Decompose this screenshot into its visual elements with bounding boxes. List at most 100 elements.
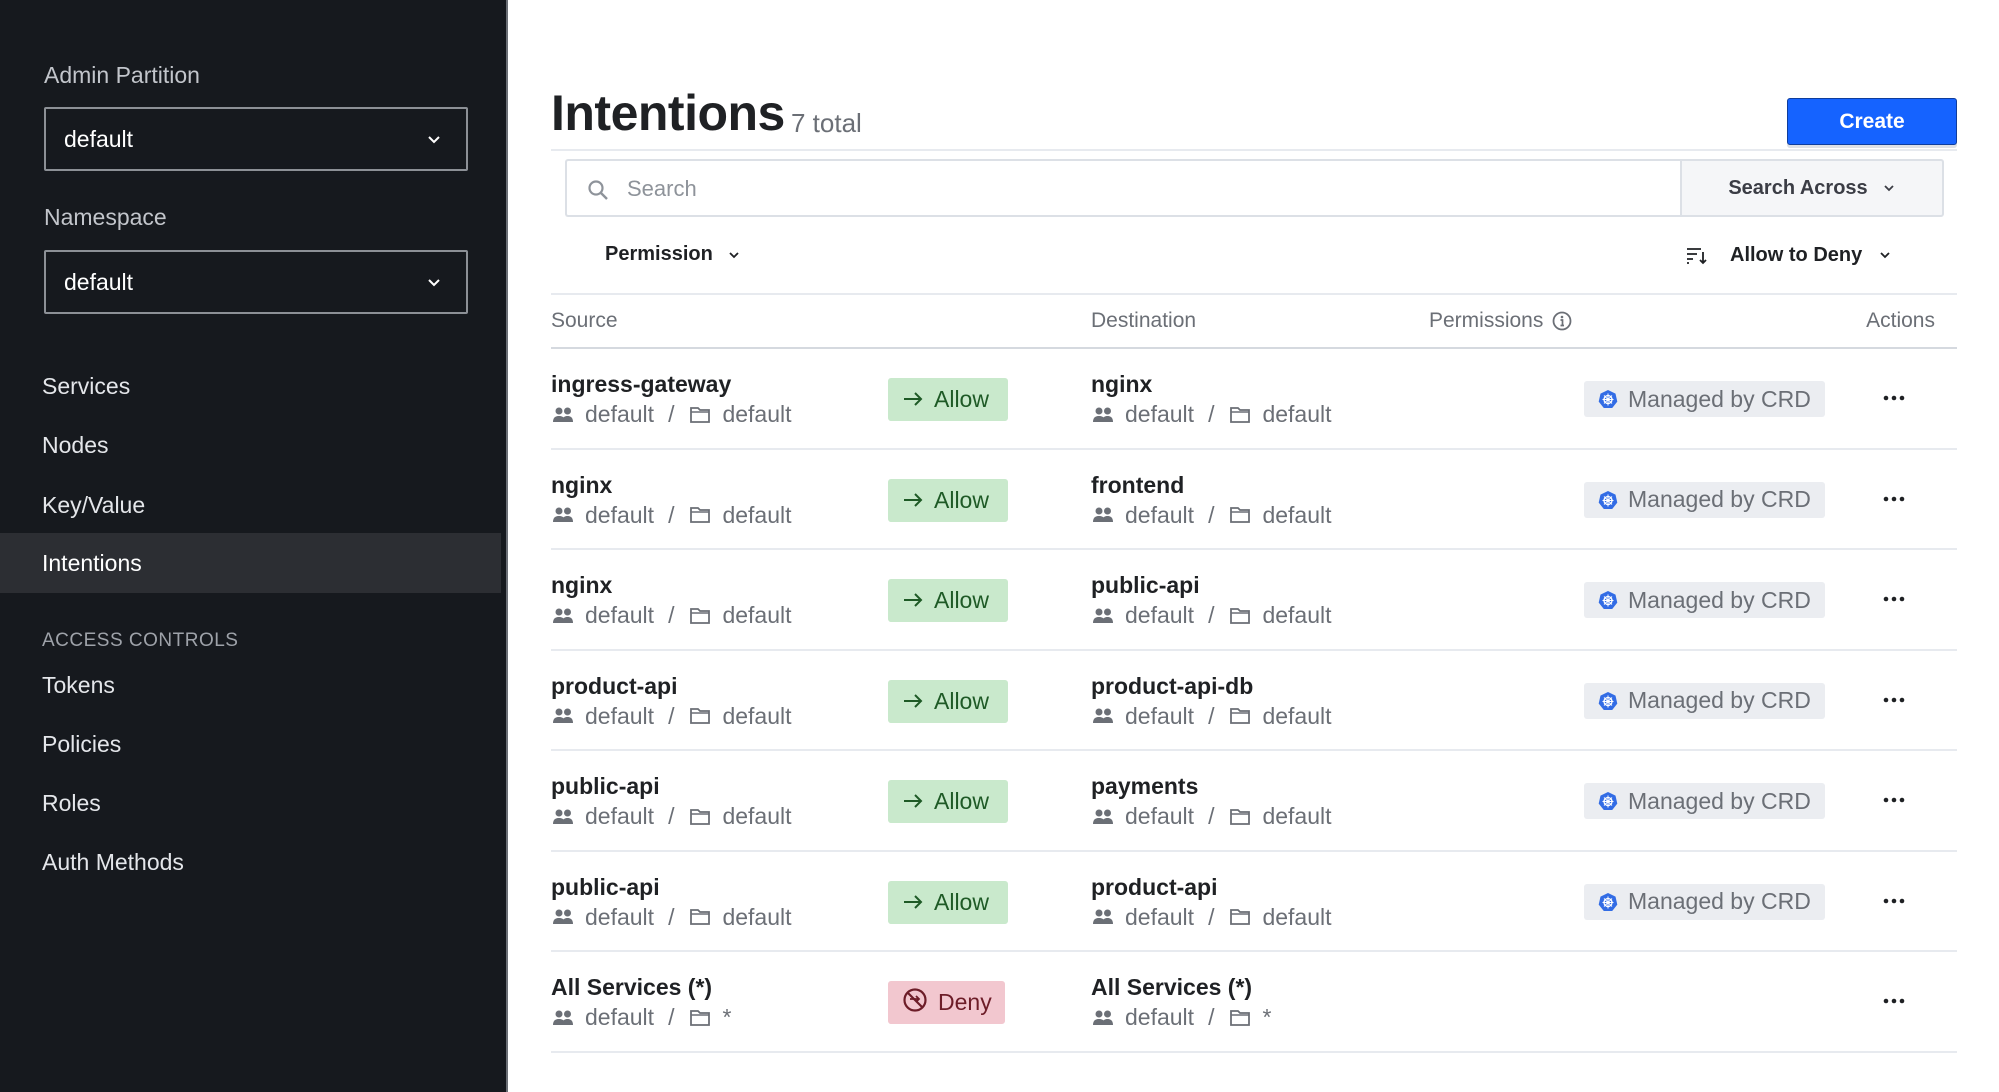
table-row[interactable]: ingress-gateway default / default Allow … — [551, 349, 1957, 450]
separator: / — [1208, 1004, 1215, 1030]
sidebar-item-auth-methods[interactable]: Auth Methods — [0, 832, 506, 892]
namespace-value: default — [64, 268, 134, 295]
more-actions-button[interactable] — [1876, 584, 1912, 614]
separator: / — [668, 602, 675, 628]
ellipsis-icon — [1883, 596, 1905, 602]
admin-partition-value: default — [64, 125, 134, 152]
separator: / — [1208, 401, 1215, 427]
separator: / — [1208, 702, 1215, 729]
source-partition: default — [585, 903, 655, 930]
managed-by-crd-badge: Managed by CRD — [1584, 682, 1825, 719]
search-input[interactable] — [627, 173, 1627, 205]
more-actions-button[interactable] — [1876, 484, 1912, 514]
source-meta: default / * — [551, 1004, 731, 1031]
destination-namespace: default — [1262, 602, 1332, 628]
intention-action-badge: Allow — [888, 780, 1008, 823]
more-actions-button[interactable] — [1876, 886, 1912, 916]
sidebar-item-services[interactable]: Services — [0, 356, 506, 416]
info-icon[interactable] — [1551, 310, 1573, 332]
partition-icon — [1093, 1010, 1113, 1025]
action-label: Deny — [938, 989, 992, 1015]
sidebar-item-intentions[interactable]: Intentions — [0, 533, 501, 593]
destination-name: product-api — [1091, 873, 1218, 900]
destination-meta: default / default — [1091, 803, 1332, 830]
sidebar: Admin Partition default Namespace defaul… — [0, 0, 508, 1092]
sidebar-item-key-value[interactable]: Key/Value — [0, 475, 506, 535]
source-meta: default / default — [551, 502, 792, 529]
column-header-actions: Actions — [1866, 309, 1935, 332]
destination-partition: default — [1125, 702, 1195, 729]
separator: / — [668, 501, 675, 528]
permission-filter[interactable]: Permission — [605, 243, 741, 266]
managed-by-crd-badge: Managed by CRD — [1584, 783, 1825, 819]
table-row[interactable]: product-api default / default Allow prod… — [551, 651, 1957, 751]
sidebar-item-tokens[interactable]: Tokens — [0, 655, 506, 715]
more-actions-button[interactable] — [1876, 685, 1912, 715]
destination-name: product-api-db — [1091, 672, 1254, 699]
table-header: Source Destination Permissions Actions — [551, 293, 1957, 349]
partition-icon — [1093, 608, 1113, 623]
destination-name: public-api — [1091, 572, 1200, 598]
partition-icon — [553, 608, 573, 623]
table-row[interactable]: public-api default / default Allow produ… — [551, 852, 1957, 952]
source-name: public-api — [551, 773, 660, 799]
sidebar-item-nodes[interactable]: Nodes — [0, 415, 506, 475]
chevron-down-icon — [1884, 185, 1894, 192]
partition-icon — [1093, 507, 1113, 522]
table-row[interactable]: public-api default / default Allow payme… — [551, 751, 1957, 852]
more-actions-button[interactable] — [1876, 986, 1912, 1016]
managed-by-crd-badge: Managed by CRD — [1584, 883, 1825, 920]
more-actions-button[interactable] — [1876, 383, 1912, 413]
create-button[interactable]: Create — [1787, 98, 1957, 145]
folder-icon — [690, 406, 711, 423]
sort-icon — [1687, 248, 1707, 265]
sort-dropdown[interactable]: Allow to Deny — [1684, 243, 1892, 267]
arrow-right-icon — [902, 889, 924, 916]
sidebar-item-policies[interactable]: Policies — [0, 714, 506, 774]
intentions-table: Source Destination Permissions Actions i… — [551, 293, 1957, 1053]
separator: / — [1208, 602, 1215, 628]
permission-label: Managed by CRD — [1628, 888, 1811, 914]
namespace-select[interactable]: default — [44, 250, 468, 314]
folder-icon — [1230, 507, 1251, 523]
managed-by-crd-badge: Managed by CRD — [1584, 381, 1825, 417]
header-divider — [551, 149, 1957, 151]
intention-action-badge: Allow — [888, 679, 1008, 723]
managed-by-crd-badge: Managed by CRD — [1584, 582, 1825, 618]
kubernetes-icon — [1598, 591, 1618, 609]
table-row[interactable]: nginx default / default Allow public-api… — [551, 550, 1957, 651]
separator: / — [668, 702, 675, 729]
separator: / — [668, 401, 675, 427]
sidebar-item-roles[interactable]: Roles — [0, 773, 506, 833]
source-namespace: default — [722, 501, 792, 528]
destination-namespace: default — [1262, 401, 1332, 427]
search-field[interactable] — [565, 159, 1681, 217]
table-row[interactable]: nginx default / default Allow frontend d… — [551, 450, 1957, 550]
deny-icon — [902, 987, 928, 1019]
folder-icon — [1230, 406, 1251, 423]
folder-icon — [690, 708, 711, 724]
folder-icon — [690, 1009, 711, 1026]
partition-icon — [553, 1010, 573, 1025]
source-partition: default — [585, 501, 655, 528]
source-meta: default / default — [551, 401, 792, 428]
arrow-right-icon — [902, 386, 924, 413]
destination-partition: default — [1125, 501, 1195, 528]
more-actions-button[interactable] — [1876, 785, 1912, 815]
search-across-dropdown[interactable]: Search Across — [1680, 159, 1944, 217]
separator: / — [1208, 501, 1215, 528]
admin-partition-select[interactable]: default — [44, 107, 468, 171]
chevron-down-icon — [729, 251, 739, 258]
folder-icon — [1230, 1009, 1251, 1026]
folder-icon — [1230, 808, 1251, 825]
source-meta: default / default — [551, 803, 792, 830]
permission-label: Managed by CRD — [1628, 687, 1811, 713]
destination-partition: default — [1125, 401, 1195, 427]
namespace-label: Namespace — [44, 204, 167, 230]
total-count: 7 total — [791, 108, 862, 138]
table-row[interactable]: All Services (*) default / * Deny All Se… — [551, 952, 1957, 1053]
permission-label: Managed by CRD — [1628, 385, 1811, 412]
arrow-right-icon — [902, 788, 924, 815]
destination-name: payments — [1091, 773, 1199, 799]
permission-label: Managed by CRD — [1628, 586, 1811, 613]
